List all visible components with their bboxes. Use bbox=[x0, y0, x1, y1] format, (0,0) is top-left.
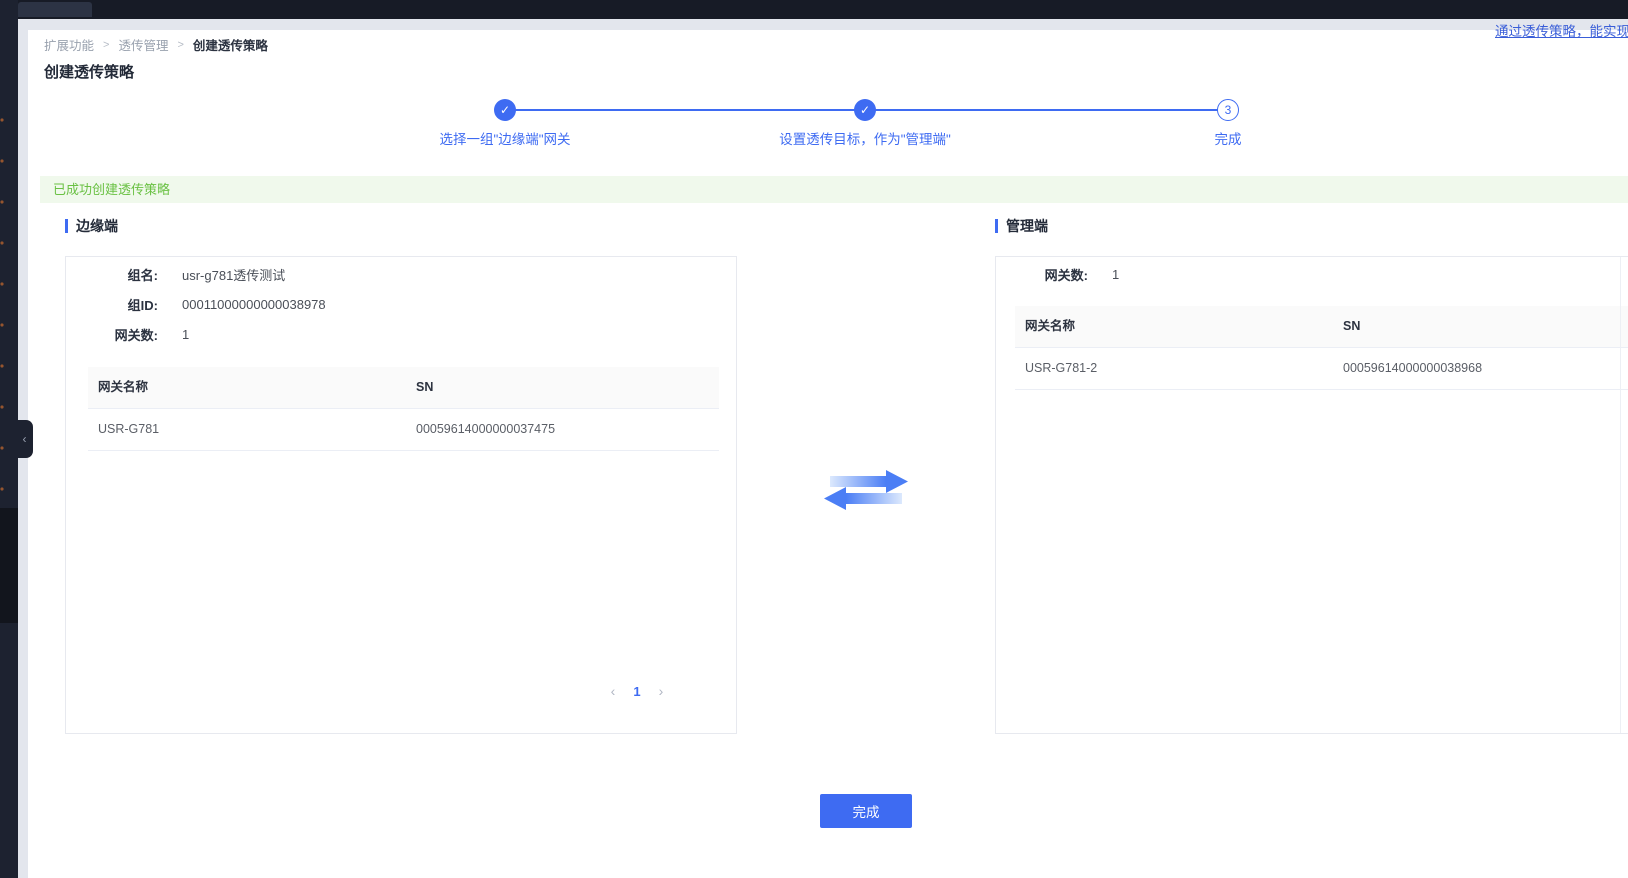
gateway-sn-cell: 00059614000000037475 bbox=[416, 409, 555, 450]
edge-panel: 组名: usr-g781透传测试 组ID: 000110000000000389… bbox=[65, 256, 737, 734]
page-number-1[interactable]: 1 bbox=[630, 684, 644, 699]
section-accent-bar bbox=[65, 219, 68, 233]
app-window: ‹ 通过透传策略，能实现什 扩展功能 > 透传管理 > 创建透传策略 创建透传策… bbox=[0, 0, 1628, 878]
edge-panel-fields: 组名: usr-g781透传测试 组ID: 000110000000000389… bbox=[66, 259, 736, 349]
gateway-count-row: 网关数: 1 bbox=[66, 319, 736, 349]
mgmt-section-header: 管理端 bbox=[995, 218, 1048, 234]
titlebar bbox=[0, 0, 1628, 19]
gateway-sn-cell: 00059614000000038968 bbox=[1343, 348, 1482, 389]
step-2-label: 设置透传目标，作为"管理端" bbox=[715, 128, 1015, 148]
col-header-gateway-name: 网关名称 bbox=[1025, 306, 1075, 347]
step-3-label: 完成 bbox=[1078, 128, 1378, 148]
breadcrumb-item-current: 创建透传策略 bbox=[193, 35, 268, 54]
col-header-sn: SN bbox=[1343, 306, 1360, 347]
success-alert: 已成功创建透传策略 bbox=[40, 176, 1628, 203]
mgmt-panel-fields: 网关数: 1 bbox=[996, 259, 1628, 289]
col-header-gateway-name: 网关名称 bbox=[98, 367, 148, 408]
breadcrumb-separator-icon: > bbox=[177, 39, 183, 51]
gateway-count-label: 网关数: bbox=[996, 265, 1088, 284]
group-id-value: 00011000000000038978 bbox=[182, 297, 326, 312]
step-1-label: 选择一组"边缘端"网关 bbox=[355, 128, 655, 148]
gateway-count-label: 网关数: bbox=[66, 325, 158, 344]
group-name-value: usr-g781透传测试 bbox=[182, 265, 285, 284]
edge-gateway-table: 网关名称 SN USR-G781 00059614000000037475 bbox=[88, 367, 719, 451]
gateway-name-cell: USR-G781-2 bbox=[1025, 348, 1097, 389]
gateway-count-value: 1 bbox=[1112, 267, 1119, 282]
check-icon: ✓ bbox=[500, 103, 510, 117]
pagination: ‹ 1 › bbox=[606, 683, 668, 699]
section-accent-bar bbox=[995, 219, 998, 233]
prev-page-icon[interactable]: ‹ bbox=[606, 683, 620, 699]
edge-section-title: 边缘端 bbox=[76, 216, 118, 236]
gateway-name-cell: USR-G781 bbox=[98, 409, 159, 450]
group-name-row: 组名: usr-g781透传测试 bbox=[66, 259, 736, 289]
success-alert-message: 已成功创建透传策略 bbox=[53, 182, 170, 197]
browser-tab[interactable] bbox=[18, 2, 92, 17]
table-header-row: 网关名称 SN bbox=[88, 367, 719, 409]
table-row: USR-G781 00059614000000037475 bbox=[88, 409, 719, 451]
group-name-label: 组名: bbox=[66, 265, 158, 284]
sidebar-menu-dots bbox=[0, 118, 5, 518]
step-1-done-icon: ✓ bbox=[494, 99, 516, 121]
transfer-arrows-icon bbox=[824, 468, 908, 512]
page-title: 创建透传策略 bbox=[44, 61, 134, 82]
edge-section-header: 边缘端 bbox=[65, 218, 118, 234]
next-page-icon[interactable]: › bbox=[654, 683, 668, 699]
group-id-row: 组ID: 00011000000000038978 bbox=[66, 289, 736, 319]
breadcrumb: 扩展功能 > 透传管理 > 创建透传策略 bbox=[44, 35, 268, 54]
gateway-count-value: 1 bbox=[182, 327, 189, 342]
mgmt-panel: 网关数: 1 网关名称 SN USR-G781-2 00059614000000… bbox=[995, 256, 1628, 734]
chevron-left-icon: ‹ bbox=[23, 432, 27, 446]
table-row: USR-G781-2 00059614000000038968 bbox=[1015, 348, 1628, 390]
mgmt-section-title: 管理端 bbox=[1006, 216, 1048, 236]
mgmt-gateway-table: 网关名称 SN USR-G781-2 00059614000000038968 bbox=[1015, 306, 1628, 390]
table-header-row: 网关名称 SN bbox=[1015, 306, 1628, 348]
sidebar-collapse-button[interactable]: ‹ bbox=[16, 420, 33, 458]
breadcrumb-item-passthrough-mgmt[interactable]: 透传管理 bbox=[118, 35, 168, 54]
col-header-sn: SN bbox=[416, 367, 433, 408]
step-2-done-icon: ✓ bbox=[854, 99, 876, 121]
breadcrumb-item-extensions[interactable]: 扩展功能 bbox=[44, 35, 94, 54]
policy-help-link[interactable]: 通过透传策略，能实现什 bbox=[1495, 20, 1628, 40]
step-3-number-icon: 3 bbox=[1217, 99, 1239, 121]
group-id-label: 组ID: bbox=[66, 295, 158, 314]
gateway-count-row: 网关数: 1 bbox=[996, 259, 1628, 289]
breadcrumb-separator-icon: > bbox=[103, 39, 109, 51]
sidebar-section-dark bbox=[0, 508, 18, 623]
panel-divider-line bbox=[1620, 257, 1621, 733]
finish-button[interactable]: 完成 bbox=[820, 794, 912, 828]
check-icon: ✓ bbox=[860, 103, 870, 117]
step-number: 3 bbox=[1225, 103, 1232, 117]
